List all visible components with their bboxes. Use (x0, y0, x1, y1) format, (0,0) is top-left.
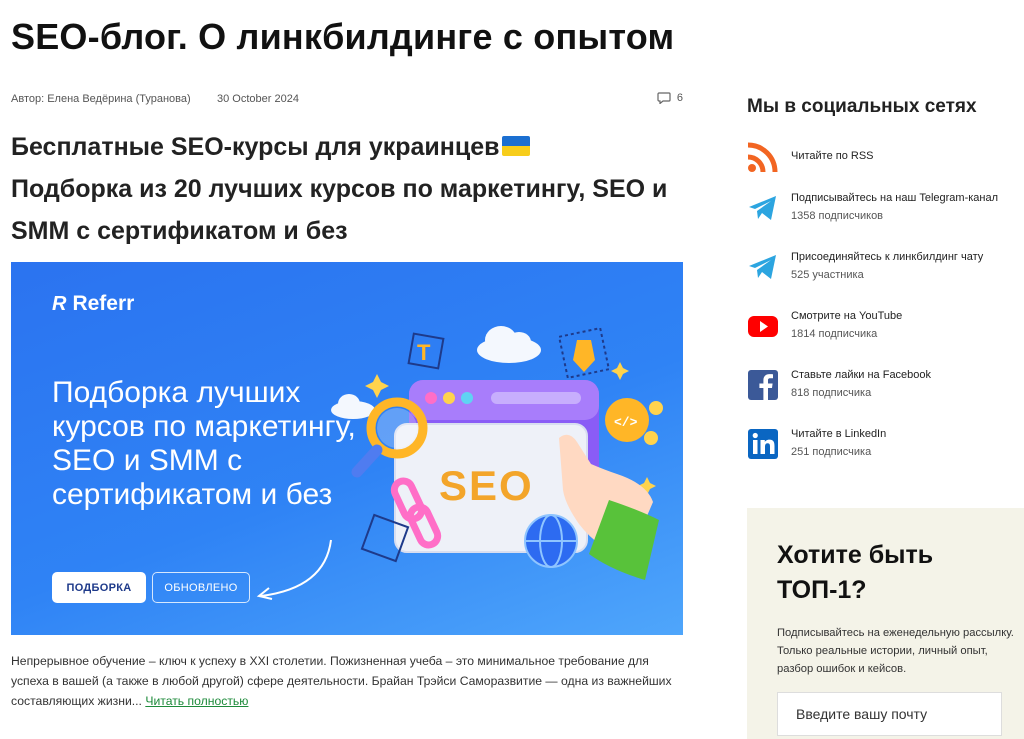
social-title: Мы в социальных сетях (747, 96, 977, 117)
social-count-youtube: 1814 подписчика (791, 328, 878, 340)
svg-text:T: T (417, 340, 431, 365)
facebook-icon (748, 370, 778, 400)
post-excerpt: Непрерывное обучение – ключ к успеху в X… (11, 651, 683, 711)
svg-text:</>: </> (614, 415, 638, 430)
referr-logo-text: Referr (72, 292, 135, 315)
newsletter-text: Подписывайтесь на еженедельную рассылку.… (777, 627, 1014, 675)
site-title[interactable]: SEO-блог. О линкбилдинге с опытом (11, 16, 674, 58)
newsletter-widget: Хотите быть ТОП-1? Подписывайтесь на еже… (747, 508, 1024, 739)
linkedin-icon (748, 429, 778, 459)
social-label-telegram-channel: Подписывайтесь на наш Telegram-канал (791, 192, 999, 204)
social-count-linkedin: 251 подписчика (791, 446, 872, 458)
social-item-rss[interactable]: Читайте по RSS (747, 141, 1024, 181)
social-label-facebook: Ставьте лайки на Facebook (791, 369, 932, 381)
banner-headline: Подборка лучших курсов по маркетингу, SE… (52, 376, 356, 511)
social-count-telegram-chat: 525 участника (791, 269, 864, 281)
referr-logo-icon: R (52, 292, 67, 315)
social-label-youtube: Смотрите на YouTube (791, 310, 903, 322)
seo-word: SEO (439, 462, 534, 509)
social-item-telegram-chat[interactable]: Присоединяйтесь к линкбилдинг чату 525 у… (747, 251, 1024, 291)
social-item-youtube[interactable]: Смотрите на YouTube 1814 подписчика (747, 310, 1024, 350)
social-item-linkedin[interactable]: Читайте в LinkedIn 251 подписчика (747, 428, 1024, 468)
comments-link[interactable]: 6 (657, 92, 683, 104)
email-field[interactable] (777, 692, 1002, 736)
post-title[interactable]: Бесплатные SEO-курсы для украинцев Подбор… (11, 126, 701, 252)
post-title-line1: Бесплатные SEO-курсы для украинцев (11, 133, 500, 161)
referr-logo: R Referr (52, 292, 134, 316)
social-label-rss: Читайте по RSS (791, 150, 874, 162)
telegram-icon (749, 255, 776, 279)
read-more-link[interactable]: Читать полностью (145, 694, 248, 708)
telegram-icon (749, 196, 776, 220)
social-label-telegram-chat: Присоединяйтесь к линкбилдинг чату (791, 251, 984, 263)
social-count-facebook: 818 подписчика (791, 387, 872, 399)
excerpt-text: Непрерывное обучение – ключ к успеху в X… (11, 654, 672, 708)
comments-count: 6 (676, 92, 683, 104)
comment-icon (657, 92, 671, 104)
social-count-telegram-channel: 1358 подписчиков (791, 210, 884, 222)
social-item-telegram-channel[interactable]: Подписывайтесь на наш Telegram-канал 135… (747, 192, 1024, 232)
ukraine-flag-icon (501, 136, 530, 156)
social-label-linkedin: Читайте в LinkedIn (791, 428, 887, 440)
youtube-icon (748, 316, 778, 337)
post-meta: Автор: Елена Ведёрина (Туранова) 30 Octo… (11, 92, 683, 109)
post-title-rest: Подборка из 20 лучших курсов по маркетин… (11, 175, 668, 245)
newsletter-title: Хотите быть ТОП-1? (777, 541, 934, 604)
post-author[interactable]: Автор: Елена Ведёрина (Туранова) (11, 93, 191, 105)
rss-icon (747, 142, 778, 173)
post-banner[interactable]: SEO </> T R Referr Подборка лучших курсо… (11, 262, 683, 635)
social-item-facebook[interactable]: Ставьте лайки на Facebook 818 подписчика (747, 369, 1024, 409)
banner-badge-podborka: ПОДБОРКА (52, 572, 146, 603)
banner-badge-updated: ОБНОВЛЕНО (152, 572, 250, 603)
post-date: 30 October 2024 (217, 93, 299, 105)
